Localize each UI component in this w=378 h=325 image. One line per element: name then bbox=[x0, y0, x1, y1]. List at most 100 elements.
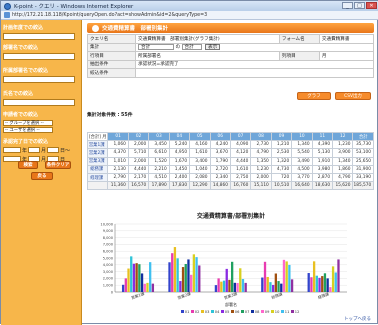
extract-value: 承認状況=承認完了 bbox=[135, 59, 374, 69]
row-label[interactable]: 営業1課 bbox=[86, 140, 109, 150]
col-item-value: 月 bbox=[318, 51, 375, 61]
csv-export-button[interactable]: CSV出力 bbox=[335, 92, 371, 100]
legend-label: 04 bbox=[215, 310, 220, 314]
column-total: 15,620 bbox=[332, 181, 354, 191]
clear-button[interactable]: 条件クリア bbox=[45, 161, 71, 169]
month-header: 07 bbox=[229, 131, 252, 142]
bar-02 bbox=[171, 253, 174, 292]
y-tick-label: 0 bbox=[111, 290, 114, 294]
month-header: 06 bbox=[209, 131, 231, 142]
table-cell: 6,610 bbox=[148, 148, 170, 158]
legend-swatch bbox=[231, 310, 234, 313]
filter-affiliation-input[interactable] bbox=[3, 76, 75, 83]
bar-11 bbox=[241, 279, 245, 292]
bar-04 bbox=[315, 275, 318, 292]
back-button[interactable]: 戻る bbox=[31, 172, 53, 180]
month-header: 11 bbox=[311, 131, 334, 142]
row-label[interactable]: 総務課 bbox=[86, 164, 109, 174]
bar-07 bbox=[277, 281, 280, 292]
table-cell: 4,160 bbox=[189, 140, 211, 150]
table-cell: 5,240 bbox=[168, 140, 191, 150]
row-label[interactable]: 営業3課 bbox=[86, 156, 109, 166]
table-cell: 1,860 bbox=[332, 164, 354, 174]
bar-12 bbox=[151, 283, 155, 292]
x-tick-label: 総務課 bbox=[271, 291, 284, 300]
filter-dept: 部署名での絞込 bbox=[3, 44, 80, 60]
bar-11 bbox=[195, 257, 198, 292]
table-cell: 3,490 bbox=[291, 156, 313, 166]
day-unit: 日～ bbox=[60, 148, 71, 154]
bar-03 bbox=[312, 261, 316, 292]
bar-10 bbox=[331, 266, 335, 292]
table-cell: 3,980 bbox=[311, 164, 334, 174]
start-day-select[interactable] bbox=[47, 147, 60, 153]
show-button[interactable]: 表示 bbox=[205, 44, 221, 51]
bar-01 bbox=[261, 277, 264, 292]
table-corner: [合計] 月 bbox=[86, 131, 109, 142]
close-button[interactable]: ✕ bbox=[366, 2, 377, 9]
bar-01 bbox=[121, 284, 125, 292]
table-row: 営業1課 1,060 2,000 3,450 5,240 4,160 4,240 4,090 2… bbox=[86, 140, 374, 150]
legend-swatch bbox=[241, 310, 244, 313]
bar-10 bbox=[239, 268, 242, 292]
year-unit: 年 bbox=[22, 148, 28, 154]
narrow-label: 絞込条件 bbox=[87, 68, 136, 78]
form-label: フォーム名 bbox=[278, 34, 320, 44]
column-total: 16,760 bbox=[229, 181, 252, 191]
main-content: 交通費精算書 部署別集計 クエリ名 交通費精算書 部署別集計(グラフ集計) フォ… bbox=[83, 20, 378, 325]
table-cell: 1,340 bbox=[332, 156, 354, 166]
bar-10 bbox=[285, 261, 288, 292]
title-bar: K-point - クエリ - Windows Internet Explore… bbox=[1, 1, 378, 11]
bar-05 bbox=[132, 263, 136, 292]
filter-dept-input[interactable] bbox=[3, 53, 75, 60]
start-year-select[interactable] bbox=[3, 147, 21, 153]
user-select[interactable]: -- ユーザを選択 -- bbox=[3, 127, 53, 133]
row-label[interactable]: 経理課 bbox=[86, 172, 109, 183]
bar-03 bbox=[127, 268, 130, 292]
bar-08 bbox=[326, 278, 329, 292]
search-button[interactable]: 検索 bbox=[18, 161, 38, 169]
record-count: 集計対象件数 : 55件 bbox=[87, 113, 133, 118]
month-header: 12 bbox=[332, 131, 354, 142]
table-cell: 2,790 bbox=[107, 172, 129, 183]
bar-04 bbox=[176, 258, 179, 292]
chart-title: 交通費精算書/部署別集計 bbox=[197, 212, 265, 220]
maximize-button[interactable]: □ bbox=[354, 2, 365, 9]
row-label[interactable]: 営業2課 bbox=[86, 148, 109, 158]
graph-button[interactable]: グラフ bbox=[297, 92, 331, 100]
form-value: 交通費精算書 bbox=[318, 34, 375, 44]
url-text[interactable]: http://172.21.18.118/Kpoint/queryOpen.do… bbox=[12, 13, 207, 18]
group-select[interactable]: -- グループを選択 -- bbox=[3, 120, 53, 126]
table-cell: 4,090 bbox=[229, 140, 252, 150]
col-item-label: 列項目 bbox=[278, 51, 320, 61]
legend-label: 01 bbox=[185, 310, 190, 314]
filter-name-input[interactable] bbox=[3, 99, 75, 106]
bar-04 bbox=[222, 280, 226, 292]
y-tick-label: 6,000 bbox=[103, 250, 114, 254]
bar-06 bbox=[135, 263, 138, 292]
legend-swatch bbox=[221, 310, 224, 313]
agg-of-text: の bbox=[175, 45, 181, 51]
table-cell: 5,540 bbox=[291, 148, 313, 158]
bar-05 bbox=[271, 284, 275, 292]
table-row: 営業2課 4,370 5,710 6,610 4,950 1,610 3,670 4,120 4… bbox=[86, 148, 374, 158]
filter-year-input[interactable] bbox=[3, 33, 75, 40]
filter-affiliation: 所属部署名での絞込 bbox=[3, 67, 80, 83]
legend-label: 02 bbox=[195, 310, 200, 314]
minimize-button[interactable]: _ bbox=[342, 2, 353, 9]
table-cell: 4,950 bbox=[168, 148, 191, 158]
bar-06 bbox=[321, 276, 324, 292]
table-cell: 4,510 bbox=[148, 172, 170, 183]
bar-03 bbox=[266, 276, 269, 292]
agg-target-select[interactable]: 合計 bbox=[138, 44, 174, 51]
page-icon bbox=[4, 12, 10, 18]
bar-05 bbox=[318, 277, 321, 292]
table-cell: 4,370 bbox=[107, 148, 129, 158]
bar-03 bbox=[173, 247, 177, 292]
top-link[interactable]: トップへ戻る bbox=[344, 316, 371, 322]
bar-12 bbox=[290, 279, 294, 292]
agg-method-select[interactable]: 合計 bbox=[181, 44, 202, 51]
table-cell: 1,790 bbox=[209, 156, 231, 166]
address-bar[interactable]: http://172.21.18.118/Kpoint/queryOpen.do… bbox=[1, 11, 378, 20]
start-month-select[interactable] bbox=[28, 147, 41, 153]
